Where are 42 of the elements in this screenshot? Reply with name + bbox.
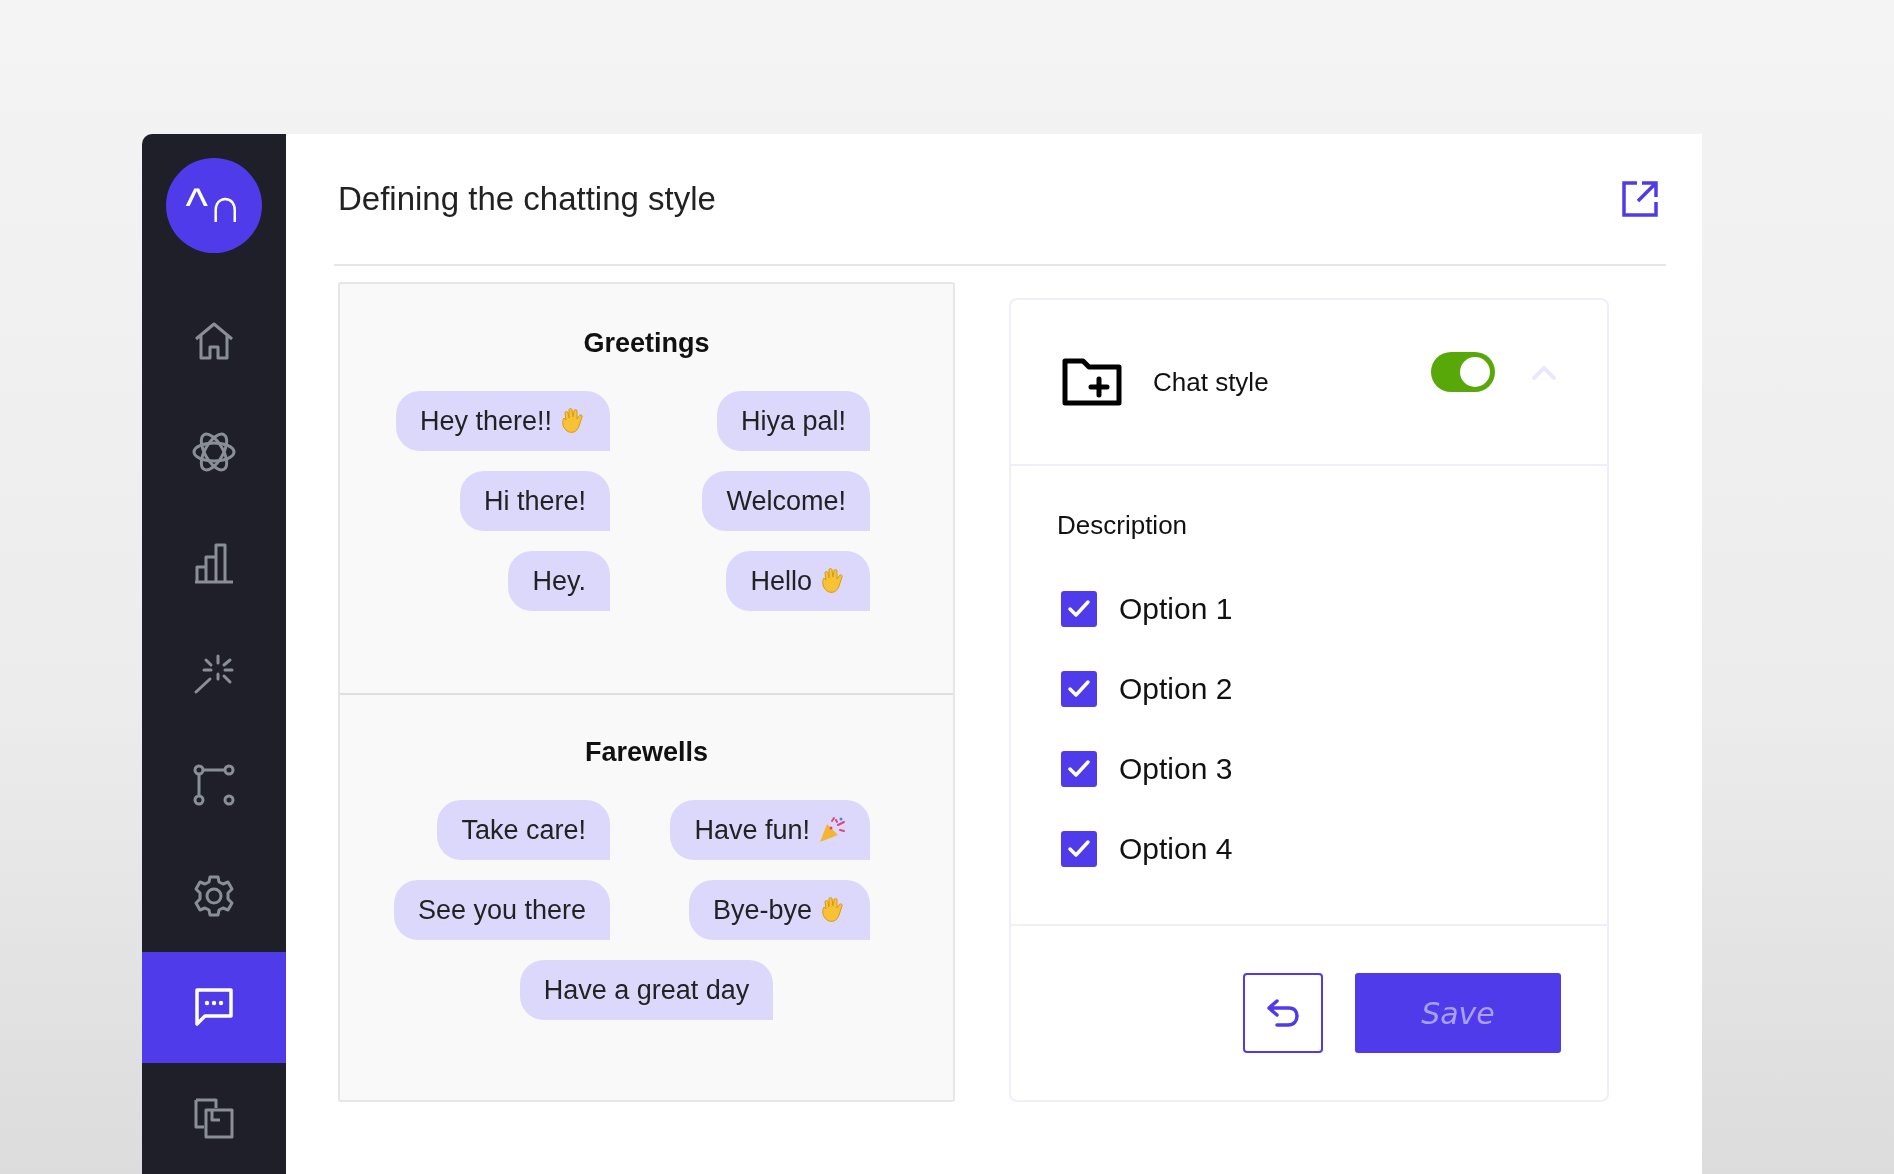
copy-icon — [192, 1096, 236, 1141]
checkbox[interactable] — [1061, 751, 1097, 787]
checkbox[interactable] — [1061, 831, 1097, 867]
phrase-bubble[interactable]: Hiya pal! — [716, 391, 870, 451]
external-link-icon[interactable] — [1620, 179, 1660, 219]
nav-chat-button[interactable] — [142, 951, 286, 1063]
settings-icon — [192, 874, 236, 919]
undo-button[interactable] — [1243, 973, 1323, 1053]
folder-plus-icon — [1061, 357, 1123, 407]
waving-hand-icon — [560, 407, 586, 435]
checkmark-icon — [1067, 759, 1091, 779]
checkbox[interactable] — [1061, 671, 1097, 707]
undo-icon — [1265, 997, 1301, 1029]
logo[interactable]: ^∩ — [166, 158, 262, 254]
checkmark-icon — [1067, 839, 1091, 859]
option-label: Option 2 — [1119, 672, 1233, 706]
description-label: Description — [1057, 510, 1189, 541]
phrase-bubble[interactable]: Hello — [726, 551, 870, 611]
phrase-bubble[interactable]: Take care! — [437, 800, 610, 860]
phrase-bubble[interactable]: Welcome! — [702, 471, 870, 531]
toggle-switch[interactable] — [1431, 352, 1495, 392]
phrase-bubble[interactable]: See you there — [393, 880, 610, 940]
connections-icon — [192, 763, 236, 808]
phrase-bubble[interactable]: Hey. — [508, 551, 610, 611]
party-popper-icon — [818, 816, 846, 844]
phrase-bubble[interactable]: Have a great day — [519, 960, 774, 1020]
section-title: Farewells — [583, 737, 710, 768]
waving-hand-icon — [820, 567, 846, 595]
phrase-bubble[interactable]: Hi there! — [459, 471, 610, 531]
page-title: Defining the chatting style — [338, 180, 716, 218]
phrase-bubble[interactable]: Hey there!! — [395, 391, 610, 451]
checkmark-icon — [1067, 599, 1091, 619]
checkmark-icon — [1067, 679, 1091, 699]
waving-hand-icon — [820, 896, 846, 924]
option-label: Option 1 — [1119, 592, 1233, 626]
phrase-bubble[interactable]: Have fun! — [670, 800, 870, 860]
option-label: Option 3 — [1119, 752, 1233, 786]
option-label: Option 4 — [1119, 832, 1233, 866]
section-title: Greetings — [582, 328, 711, 359]
phrase-bubble[interactable]: Bye-bye — [688, 880, 870, 940]
panel-title: Chat style — [1153, 366, 1270, 398]
checkbox[interactable] — [1061, 591, 1097, 627]
